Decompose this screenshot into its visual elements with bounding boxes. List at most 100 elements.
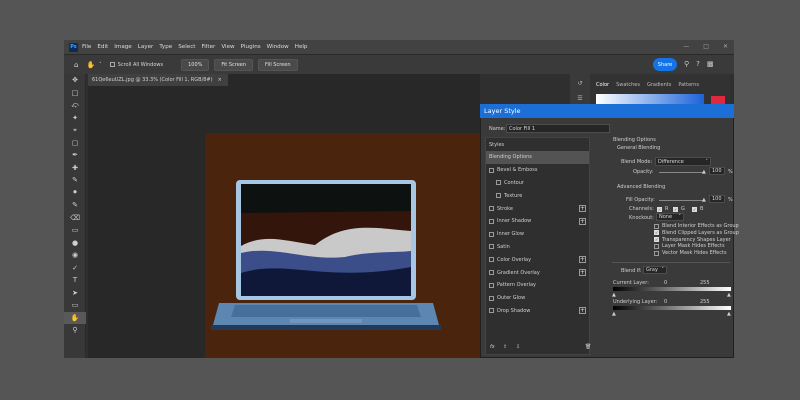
quick-select-tool-icon[interactable]: ✦ (64, 112, 86, 125)
style-checkbox[interactable] (489, 244, 494, 250)
style-item-color-overlay[interactable]: Color Overlay + (486, 253, 589, 266)
healing-tool-icon[interactable]: ✚ (64, 162, 86, 175)
lasso-tool-icon[interactable]: ⤽ (64, 99, 86, 112)
style-item-gradient-overlay[interactable]: Gradient Overlay + (486, 266, 589, 279)
move-up-icon[interactable]: ⇧ (503, 344, 507, 350)
style-item-texture[interactable]: Texture (486, 189, 589, 202)
checkbox-icon[interactable] (109, 62, 115, 67)
document-tab[interactable]: 61Qe6euUZL.jpg @ 33.3% (Color Fill 1, RG… (88, 74, 228, 86)
move-down-icon[interactable]: ⇩ (516, 344, 520, 350)
style-checkbox[interactable] (489, 295, 494, 301)
slider-thumb-icon[interactable]: ▲ (727, 292, 731, 298)
current-layer-gradient[interactable] (613, 287, 731, 291)
channel-r-checkbox[interactable]: ✓ R (657, 206, 668, 212)
eyedropper-tool-icon[interactable]: ✒ (64, 149, 86, 162)
dodge-tool-icon[interactable]: ◉ (64, 249, 86, 262)
slider-thumb-icon[interactable]: ▲ (612, 292, 616, 298)
slider-thumb-icon[interactable]: ▲ (612, 311, 616, 317)
style-item-blending-options[interactable]: Blending Options (486, 151, 589, 164)
advanced-option-checkbox[interactable]: Blend Interior Effects as Group (654, 223, 739, 229)
advanced-option-checkbox[interactable]: Layer Mask Hides Effects (654, 243, 725, 249)
chevron-down-icon[interactable]: ˅ (99, 62, 102, 68)
rectangle-tool-icon[interactable]: ▭ (64, 299, 86, 312)
opacity-input[interactable]: 100 (709, 167, 725, 175)
menu-item-type[interactable]: Type (159, 44, 172, 50)
scroll-all-windows-checkbox[interactable]: Scroll All Windows (109, 62, 163, 68)
channel-g-checkbox[interactable]: ✓ G (673, 206, 685, 212)
add-effect-icon[interactable]: + (579, 307, 586, 315)
help-icon[interactable]: ? (696, 60, 700, 68)
knockout-select[interactable]: None ˅ (656, 213, 684, 221)
path-select-tool-icon[interactable]: ➤ (64, 287, 86, 300)
style-checkbox[interactable] (489, 218, 494, 224)
trash-icon[interactable]: 🗑 (585, 344, 591, 350)
pen-tool-icon[interactable]: ✓ (64, 262, 86, 275)
menu-item-image[interactable]: Image (114, 44, 132, 50)
fill-opacity-input[interactable]: 100 (709, 195, 725, 203)
marquee-tool-icon[interactable]: □ (64, 87, 86, 100)
style-checkbox[interactable] (489, 206, 494, 212)
style-checkbox[interactable] (489, 167, 494, 173)
opacity-slider[interactable] (659, 172, 705, 173)
tab-swatches[interactable]: Swatches (616, 82, 640, 88)
close-icon[interactable]: ✕ (723, 43, 728, 50)
style-item-inner-shadow[interactable]: Inner Shadow + (486, 215, 589, 228)
fit-screen-button[interactable]: Fit Screen (214, 58, 254, 71)
crop-tool-icon[interactable]: ⌖ (64, 124, 86, 137)
style-item-drop-shadow[interactable]: Drop Shadow + (486, 305, 589, 318)
tab-patterns[interactable]: Patterns (678, 82, 699, 88)
style-item-outer-glow[interactable]: Outer Glow (486, 292, 589, 305)
menu-item-layer[interactable]: Layer (138, 44, 154, 50)
menu-item-edit[interactable]: Edit (97, 44, 108, 50)
workspace-icon[interactable]: ▩ (707, 60, 714, 68)
frame-tool-icon[interactable]: ▢ (64, 137, 86, 150)
menu-item-file[interactable]: File (82, 44, 91, 50)
minimize-icon[interactable]: — (683, 43, 689, 50)
tab-gradients[interactable]: Gradients (647, 82, 671, 88)
blur-tool-icon[interactable]: ● (64, 237, 86, 250)
menu-item-filter[interactable]: Filter (201, 44, 215, 50)
blend-mode-select[interactable]: Difference ˅ (655, 157, 711, 166)
home-icon[interactable]: ⌂ (74, 61, 78, 69)
maximize-icon[interactable]: □ (703, 43, 709, 50)
zoom-tool-icon[interactable]: ⚲ (64, 324, 86, 337)
add-effect-icon[interactable]: + (579, 256, 586, 264)
share-button[interactable]: Share (653, 58, 677, 71)
menu-item-window[interactable]: Window (267, 44, 289, 50)
style-item-contour[interactable]: Contour (486, 177, 589, 190)
menu-item-help[interactable]: Help (295, 44, 308, 50)
slider-thumb-icon[interactable]: ▲ (702, 197, 706, 203)
style-checkbox[interactable] (489, 231, 494, 237)
brush-tool-icon[interactable]: ✎ (64, 174, 86, 187)
style-item-inner-glow[interactable]: Inner Glow (486, 228, 589, 241)
fill-opacity-slider[interactable] (659, 200, 705, 201)
close-icon[interactable]: × (218, 77, 222, 83)
history-brush-tool-icon[interactable]: ✎ (64, 199, 86, 212)
advanced-option-checkbox[interactable]: Vector Mask Hides Effects (654, 250, 727, 256)
gradient-tool-icon[interactable]: ▭ (64, 224, 86, 237)
add-effect-icon[interactable]: + (579, 205, 586, 213)
blend-if-select[interactable]: Gray ˅ (643, 266, 667, 274)
style-checkbox[interactable] (496, 180, 501, 186)
style-checkbox[interactable] (489, 282, 494, 288)
style-checkbox[interactable] (496, 193, 501, 199)
style-item-satin[interactable]: Satin (486, 241, 589, 254)
slider-thumb-icon[interactable]: ▲ (727, 311, 731, 317)
add-effect-icon[interactable]: + (579, 217, 586, 225)
history-icon[interactable]: ↺ (570, 80, 590, 87)
name-field[interactable]: Color Fill 1 (506, 124, 610, 133)
move-tool-icon[interactable]: ✥ (64, 74, 86, 87)
add-effect-icon[interactable]: + (579, 269, 586, 277)
stamp-tool-icon[interactable]: ⏺ (64, 187, 86, 200)
hand-tool-icon[interactable]: ✋ (64, 311, 86, 324)
tab-color[interactable]: Color (596, 82, 609, 88)
channel-b-checkbox[interactable]: ✓ B (692, 206, 703, 212)
fx-icon[interactable]: fx (490, 344, 495, 350)
advanced-option-checkbox[interactable]: ✓ Transparency Shapes Layer (654, 237, 731, 243)
fill-screen-button[interactable]: Fill Screen (258, 58, 298, 71)
canvas[interactable] (205, 133, 480, 358)
style-checkbox[interactable] (489, 308, 494, 314)
slider-thumb-icon[interactable]: ▲ (702, 169, 706, 175)
type-tool-icon[interactable]: T (64, 274, 86, 287)
advanced-option-checkbox[interactable]: ✓ Blend Clipped Layers as Group (654, 230, 739, 236)
